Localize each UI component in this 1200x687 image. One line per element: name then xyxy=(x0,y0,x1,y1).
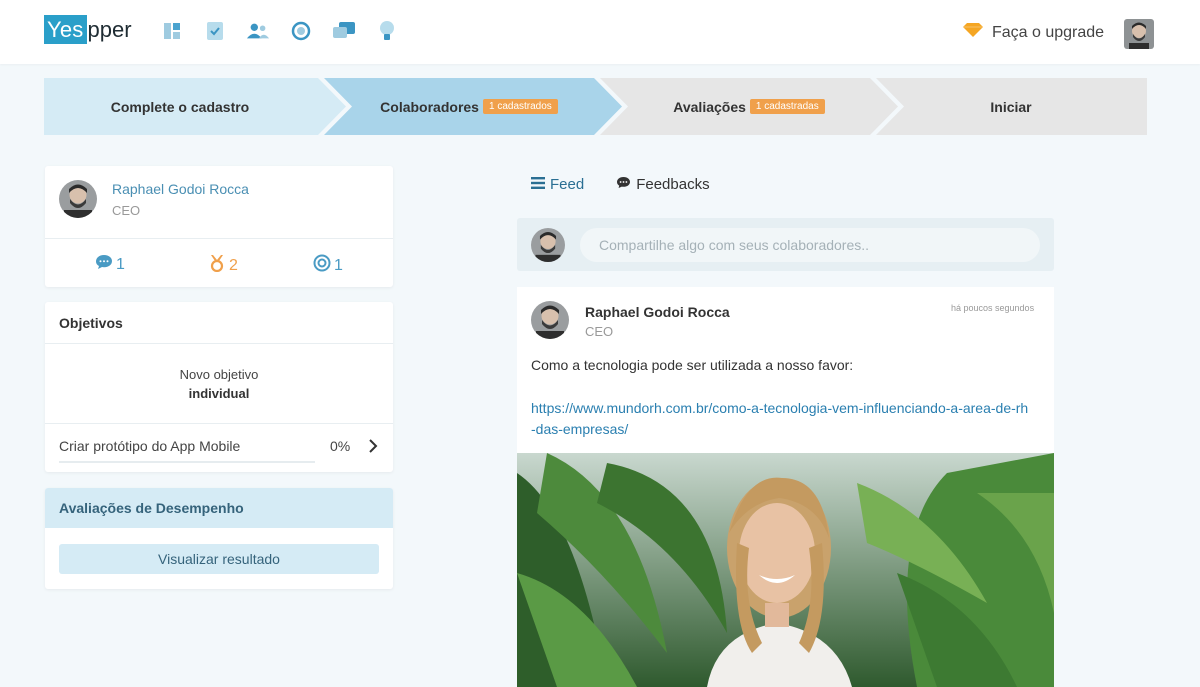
profile-role: CEO xyxy=(112,203,141,218)
profile-name[interactable]: Raphael Godoi Rocca xyxy=(112,181,249,197)
logo-rest: pper xyxy=(87,16,132,42)
upgrade-link[interactable]: Faça o upgrade xyxy=(962,22,1104,43)
avaliacoes-title: Avaliações de Desempenho xyxy=(59,500,244,516)
onboarding-steps: Complete o cadastro Colaboradores 1 cada… xyxy=(44,78,1147,135)
share-avatar xyxy=(531,228,565,262)
post-timestamp: há poucos segundos xyxy=(951,303,1035,313)
step-avaliacoes[interactable]: Avaliações 1 cadastradas xyxy=(624,78,874,135)
logo[interactable]: Yes pper xyxy=(44,15,132,44)
post-author-avatar[interactable] xyxy=(531,301,569,339)
objective-item-label[interactable]: Criar protótipo do App Mobile xyxy=(59,438,240,454)
new-objective-button[interactable]: Novo objetivo individual xyxy=(45,365,393,403)
post-author-name[interactable]: Raphael Godoi Rocca xyxy=(585,304,730,320)
user-avatar[interactable] xyxy=(1124,19,1154,49)
list-icon xyxy=(531,176,545,193)
team-icon[interactable] xyxy=(246,18,270,44)
step-colaboradores[interactable]: Colaboradores 1 cadastrados xyxy=(344,78,594,135)
chat-icon[interactable] xyxy=(332,18,356,44)
post-link[interactable]: https://www.mundorh.com.br/como-a-tecnol… xyxy=(531,398,1031,440)
speech-bubble-icon xyxy=(95,254,113,275)
avaliacoes-card: Avaliações de Desempenho Visualizar resu… xyxy=(45,488,393,589)
chevron-right-icon[interactable] xyxy=(368,439,378,458)
main-nav xyxy=(160,18,399,44)
divider xyxy=(45,343,393,344)
goal-stat[interactable]: 1 xyxy=(313,254,343,277)
diamond-icon xyxy=(962,22,984,43)
target-icon xyxy=(313,254,331,277)
target-icon[interactable] xyxy=(289,18,313,44)
divider xyxy=(45,238,393,239)
post-author-role: CEO xyxy=(585,324,614,339)
tab-feed[interactable]: Feed xyxy=(531,176,584,193)
objective-item-percent: 0% xyxy=(330,438,351,454)
speech-bubble-icon xyxy=(616,176,631,193)
medal-stat[interactable]: 2 xyxy=(208,254,238,277)
checklist-icon[interactable] xyxy=(203,18,227,44)
avaliacoes-badge: 1 cadastradas xyxy=(749,99,825,114)
objetivos-title: Objetivos xyxy=(59,315,123,331)
objective-progress-bar xyxy=(59,461,315,463)
objetivos-card: Objetivos Novo objetivo individual Criar… xyxy=(45,302,393,472)
view-results-button[interactable]: Visualizar resultado xyxy=(59,544,379,574)
profile-card: Raphael Godoi Rocca CEO 1 2 1 xyxy=(45,166,393,287)
upgrade-label: Faça o upgrade xyxy=(992,23,1105,41)
feedback-stat[interactable]: 1 xyxy=(95,254,125,275)
feed-tabs: Feed Feedbacks xyxy=(531,176,710,193)
feed-post: Raphael Godoi Rocca CEO há poucos segund… xyxy=(517,287,1054,687)
step-iniciar[interactable]: Iniciar xyxy=(904,78,1118,135)
medal-icon xyxy=(208,254,226,277)
post-text: Como a tecnologia pode ser utilizada a n… xyxy=(531,357,854,373)
dashboard-icon[interactable] xyxy=(160,18,184,44)
colaboradores-badge: 1 cadastrados xyxy=(482,99,558,114)
step-complete-cadastro[interactable]: Complete o cadastro xyxy=(44,78,316,135)
profile-avatar[interactable] xyxy=(59,180,97,218)
logo-highlight: Yes xyxy=(44,15,87,44)
avaliacoes-header: Avaliações de Desempenho xyxy=(45,488,393,528)
share-input[interactable]: Compartilhe algo com seus colaboradores.… xyxy=(580,228,1040,262)
divider xyxy=(45,423,393,424)
lightbulb-icon[interactable] xyxy=(375,18,399,44)
share-box: Compartilhe algo com seus colaboradores.… xyxy=(517,218,1054,271)
post-image[interactable] xyxy=(517,453,1054,687)
tab-feedbacks[interactable]: Feedbacks xyxy=(616,176,710,193)
top-bar: Yes pper Faça o upgrade xyxy=(0,0,1200,64)
